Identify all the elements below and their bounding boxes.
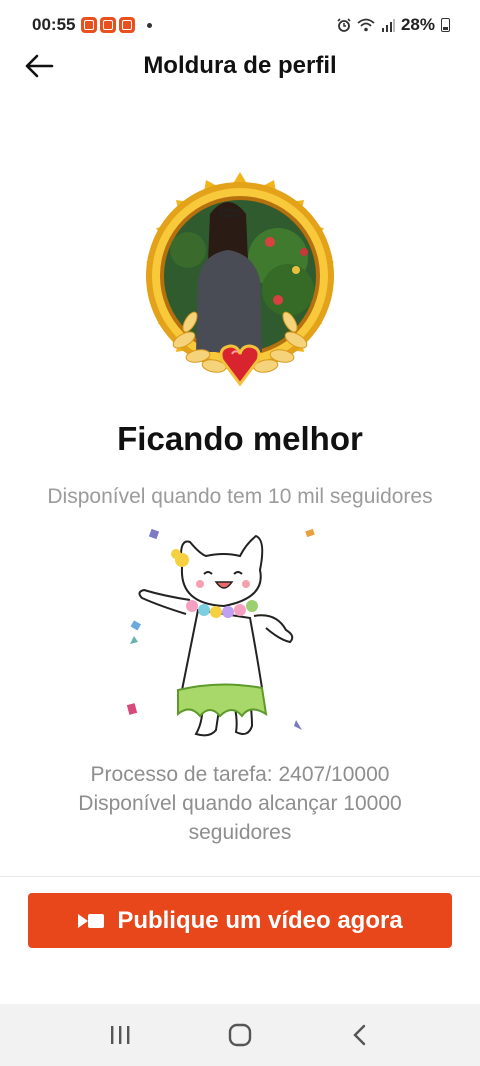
status-time: 00:55: [32, 15, 76, 34]
frame-availability-description: Disponível quando tem 10 mil seguidores: [47, 485, 433, 508]
battery-icon: [441, 18, 450, 32]
home-icon: [228, 1023, 252, 1047]
recent-apps-icon: [111, 1026, 130, 1044]
alarm-icon: [337, 18, 351, 32]
profile-frame-preview: [128, 170, 352, 396]
battery-percent: 28%: [400, 15, 435, 34]
dancing-cat-illustration: [120, 520, 320, 744]
publish-video-button[interactable]: Publique um vídeo agora: [28, 893, 452, 948]
system-back-button[interactable]: [340, 1015, 380, 1055]
publish-video-label: Publique um vídeo agora: [117, 906, 403, 934]
frame-name: Ficando melhor: [117, 420, 363, 457]
chevron-left-icon: [353, 1024, 366, 1046]
app-notification-icon: [100, 17, 117, 33]
header: Moldura de perfil: [0, 50, 480, 82]
recent-apps-button[interactable]: [100, 1015, 140, 1055]
back-button[interactable]: [22, 50, 56, 82]
back-arrow-icon: [25, 54, 54, 78]
task-progress-block: Processo de tarefa: 2407/10000 Disponíve…: [40, 760, 440, 847]
app-notification-icon: [81, 17, 98, 33]
signal-icon: [381, 19, 395, 32]
home-button[interactable]: [220, 1015, 260, 1055]
system-navigation-bar: [0, 1004, 480, 1066]
divider: [0, 876, 480, 877]
status-right: 28%: [337, 15, 450, 35]
task-progress-text: Processo de tarefa: 2407/10000: [90, 763, 390, 786]
page-title: Moldura de perfil: [143, 52, 337, 79]
gold-frame-badge-icon: [146, 172, 334, 387]
status-left: 00:55: [32, 15, 153, 35]
video-camera-icon: [78, 913, 105, 928]
status-bar: 00:55 28%: [0, 0, 480, 50]
confetti-icon: [148, 528, 160, 540]
wifi-icon: [357, 18, 375, 32]
more-notifications-dot-icon: [147, 22, 153, 28]
cat-illustration-icon: [126, 528, 315, 737]
notification-icons: [81, 17, 136, 33]
app-notification-icon: [119, 17, 136, 33]
task-requirement-text: Disponível quando alcançar 10000 seguido…: [78, 792, 402, 844]
